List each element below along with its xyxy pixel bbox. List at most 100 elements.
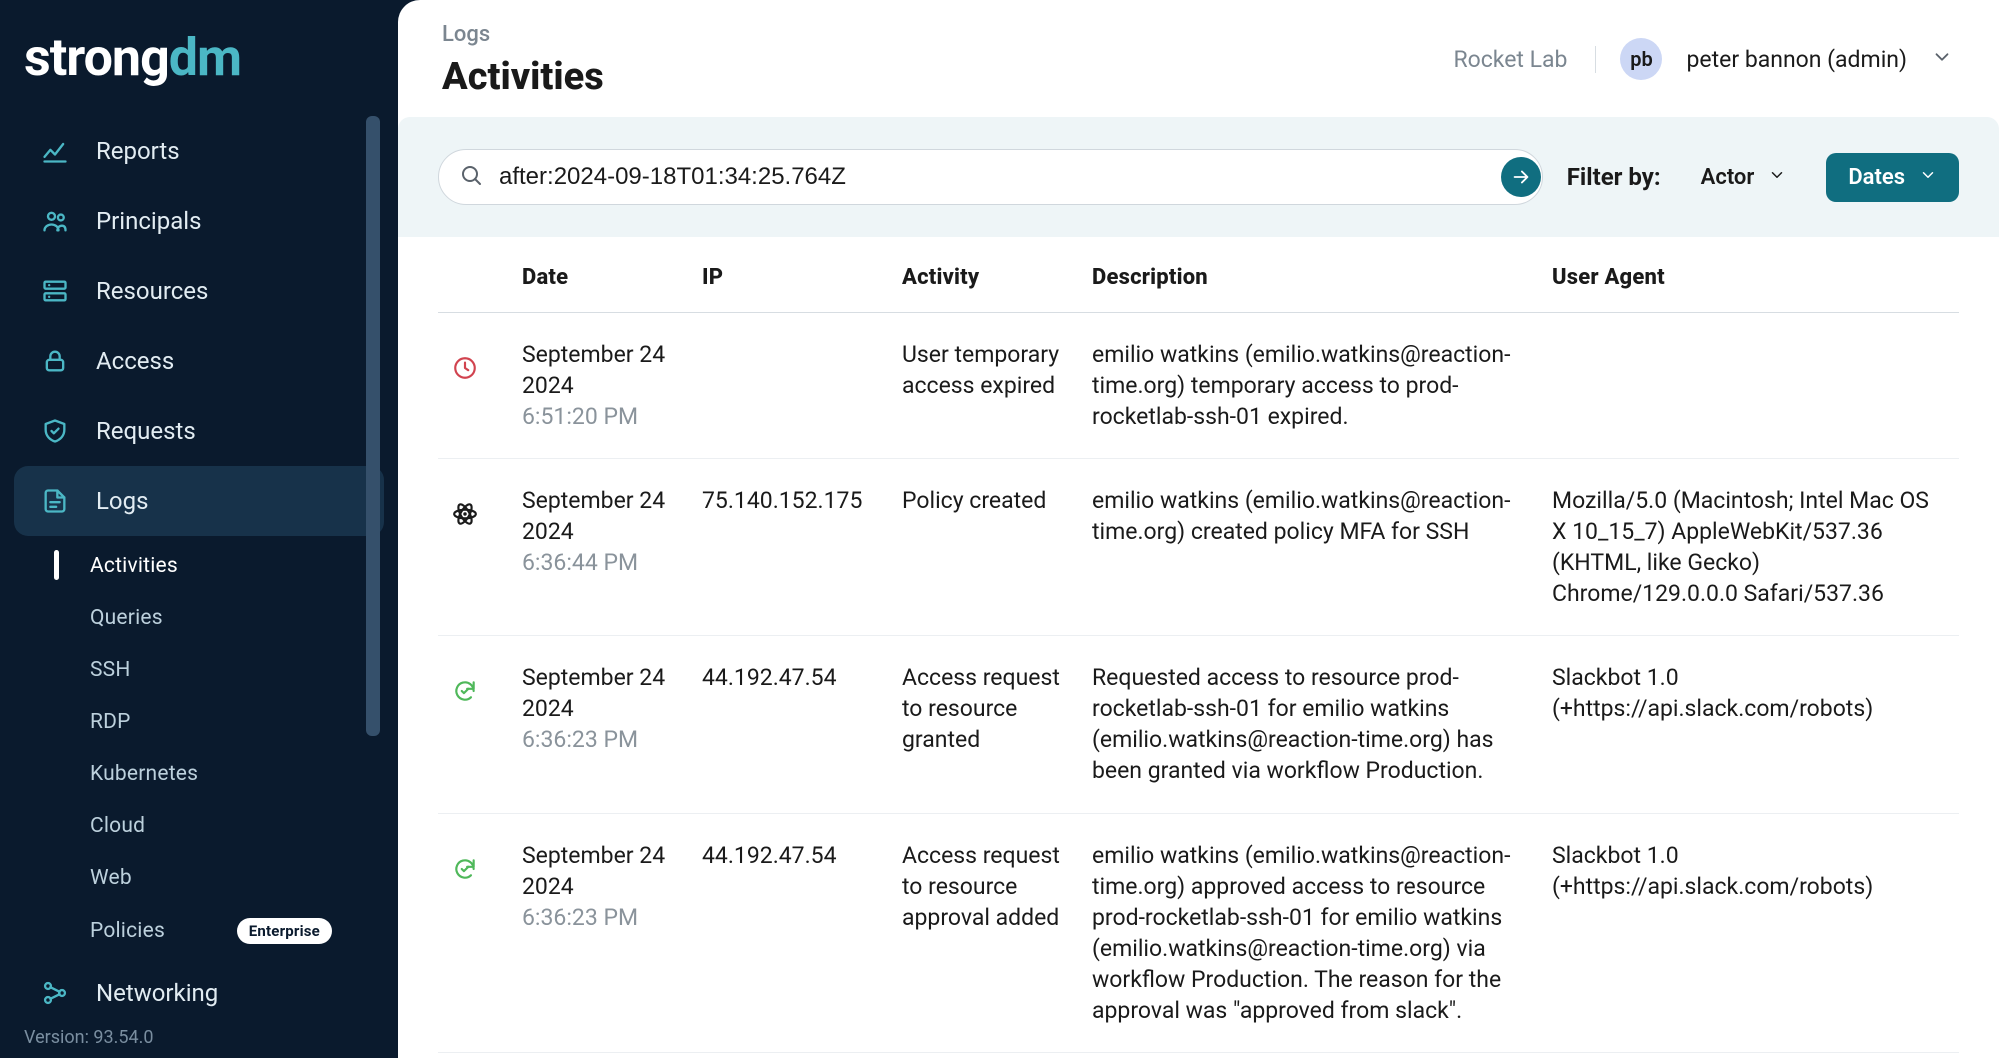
activities-table-wrap: Date IP Activity Description User Agent … xyxy=(398,237,1999,1058)
cell-user-agent: Mozilla/5.0 (Macintosh; Intel Mac OS X 1… xyxy=(1538,459,1959,636)
table-row[interactable]: September 24 20246:36:23 PM44.192.47.54A… xyxy=(438,636,1959,813)
cell-activity: Access request to resource granted xyxy=(888,636,1078,813)
subnav-label: Activities xyxy=(90,554,178,578)
enterprise-badge: Enterprise xyxy=(237,918,332,944)
search-input[interactable] xyxy=(499,163,1478,191)
cell-activity: Access request to resource approval adde… xyxy=(888,813,1078,1052)
row-status-icon xyxy=(438,636,508,813)
th-ip[interactable]: IP xyxy=(688,237,888,313)
sidebar-item-access[interactable]: Access xyxy=(14,326,384,396)
subnav-rdp[interactable]: RDP xyxy=(50,696,398,748)
filter-by-label: Filter by: xyxy=(1567,163,1661,191)
brand-part2: dm xyxy=(169,27,241,88)
search-wrap xyxy=(438,149,1543,205)
filter-dates-label: Dates xyxy=(1848,165,1905,190)
subnav-label: Web xyxy=(90,866,132,890)
sidebar-item-label: Access xyxy=(96,347,174,375)
version-label: Version: 93.54.0 xyxy=(24,1027,154,1048)
page-header: Logs Activities Rocket Lab pb peter bann… xyxy=(398,0,1999,117)
sidebar-nav: Reports Principals Resources Access xyxy=(0,116,398,1058)
cell-date: September 24 20246:36:23 PM xyxy=(508,813,688,1052)
filter-dates-dropdown[interactable]: Dates xyxy=(1826,153,1959,202)
sidebar-item-requests[interactable]: Requests xyxy=(14,396,384,466)
networking-icon xyxy=(40,978,70,1008)
subnav-queries[interactable]: Queries xyxy=(50,592,398,644)
user-label: peter bannon (admin) xyxy=(1686,46,1907,73)
cell-ip: 44.192.47.54 xyxy=(688,636,888,813)
sidebar-item-label: Principals xyxy=(96,207,202,235)
filter-actor-dropdown[interactable]: Actor xyxy=(1679,153,1809,202)
sidebar-item-resources[interactable]: Resources xyxy=(14,256,384,326)
th-description[interactable]: Description xyxy=(1078,237,1538,313)
cell-description: Requested access to resource prod-rocket… xyxy=(1078,636,1538,813)
subnav-label: Policies xyxy=(90,919,165,943)
cell-date: September 24 20246:51:20 PM xyxy=(508,313,688,459)
sidebar-item-networking[interactable]: Networking xyxy=(14,958,384,1028)
sidebar-item-logs[interactable]: Logs xyxy=(14,466,384,536)
requests-icon xyxy=(40,416,70,446)
cell-description: emilio watkins (emilio.watkins@reaction-… xyxy=(1078,313,1538,459)
table-row[interactable]: September 24 20246:36:44 PM75.140.152.17… xyxy=(438,459,1959,636)
sidebar-item-label: Resources xyxy=(96,277,208,305)
resources-icon xyxy=(40,276,70,306)
search-submit-button[interactable] xyxy=(1501,157,1541,197)
cell-ip: 44.192.47.54 xyxy=(688,813,888,1052)
avatar[interactable]: pb xyxy=(1620,38,1662,80)
sidebar-item-principals[interactable]: Principals xyxy=(14,186,384,256)
main-panel: Logs Activities Rocket Lab pb peter bann… xyxy=(398,0,1999,1058)
user-menu-chevron-icon[interactable] xyxy=(1931,46,1953,72)
search-icon xyxy=(459,163,483,191)
cell-user-agent xyxy=(1538,313,1959,459)
subnav-policies[interactable]: Policies Enterprise xyxy=(50,904,398,958)
sidebar-item-label: Logs xyxy=(96,487,148,515)
sidebar: strongdm Reports Principals Resour xyxy=(0,0,398,1058)
table-row[interactable]: September 24 20246:36:23 PM44.192.47.54A… xyxy=(438,813,1959,1052)
cell-date: September 24 20246:36:23 PM xyxy=(508,636,688,813)
user-area: Rocket Lab pb peter bannon (admin) xyxy=(1453,38,1953,80)
table-header-row: Date IP Activity Description User Agent xyxy=(438,237,1959,313)
brand-logo: strongdm xyxy=(0,20,398,116)
subnav-kubernetes[interactable]: Kubernetes xyxy=(50,748,398,800)
cell-ip xyxy=(688,313,888,459)
sidebar-item-label: Reports xyxy=(96,137,180,165)
logs-subnav: Activities Queries SSH RDP Kubernetes Cl… xyxy=(50,540,398,958)
filter-bar: Filter by: Actor Dates xyxy=(398,117,1999,237)
sidebar-item-label: Networking xyxy=(96,979,218,1007)
chevron-down-icon xyxy=(1919,165,1937,190)
org-name: Rocket Lab xyxy=(1453,46,1596,73)
activities-table: Date IP Activity Description User Agent … xyxy=(438,237,1959,1053)
title-block: Logs Activities xyxy=(442,22,604,99)
sidebar-item-label: Requests xyxy=(96,417,196,445)
subnav-cloud[interactable]: Cloud xyxy=(50,800,398,852)
subnav-label: Queries xyxy=(90,606,163,630)
principals-icon xyxy=(40,206,70,236)
cell-ip: 75.140.152.175 xyxy=(688,459,888,636)
row-status-icon xyxy=(438,459,508,636)
logs-icon xyxy=(40,486,70,516)
row-status-icon xyxy=(438,313,508,459)
breadcrumb: Logs xyxy=(442,22,604,47)
cell-user-agent: Slackbot 1.0 (+https://api.slack.com/rob… xyxy=(1538,636,1959,813)
cell-activity: User temporary access expired xyxy=(888,313,1078,459)
th-user-agent[interactable]: User Agent xyxy=(1538,237,1959,313)
sidebar-item-reports[interactable]: Reports xyxy=(14,116,384,186)
subnav-web[interactable]: Web xyxy=(50,852,398,904)
brand-part1: strong xyxy=(24,27,169,88)
cell-description: emilio watkins (emilio.watkins@reaction-… xyxy=(1078,459,1538,636)
chevron-down-icon xyxy=(1768,165,1786,190)
filter-actor-label: Actor xyxy=(1701,165,1755,190)
reports-icon xyxy=(40,136,70,166)
subnav-label: SSH xyxy=(90,658,131,682)
subnav-activities[interactable]: Activities xyxy=(50,540,398,592)
page-title: Activities xyxy=(442,55,604,99)
subnav-ssh[interactable]: SSH xyxy=(50,644,398,696)
th-activity[interactable]: Activity xyxy=(888,237,1078,313)
cell-activity: Policy created xyxy=(888,459,1078,636)
subnav-label: RDP xyxy=(90,710,131,734)
cell-description: emilio watkins (emilio.watkins@reaction-… xyxy=(1078,813,1538,1052)
row-status-icon xyxy=(438,813,508,1052)
th-date[interactable]: Date xyxy=(508,237,688,313)
table-row[interactable]: September 24 20246:51:20 PM User temporar… xyxy=(438,313,1959,459)
cell-date: September 24 20246:36:44 PM xyxy=(508,459,688,636)
subnav-label: Kubernetes xyxy=(90,762,198,786)
